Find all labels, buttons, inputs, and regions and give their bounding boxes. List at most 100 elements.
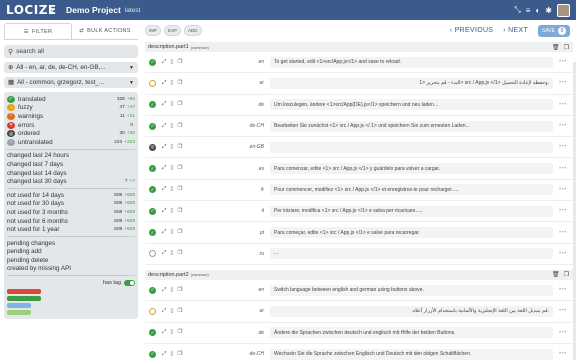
filter-item[interactable]: not used for 1 year 608 +608 [7, 225, 135, 234]
copy-icon[interactable]: ❐ [177, 80, 182, 87]
trash-icon[interactable]: ▯ [170, 308, 173, 315]
filter-ordered[interactable]: ◎ ordered 30 +30 [7, 129, 135, 138]
tag-chip[interactable] [7, 310, 31, 316]
trash-icon[interactable]: 🗑 [552, 271, 560, 278]
translation-field[interactable] [270, 141, 553, 153]
more-icon[interactable]: ••• [559, 308, 573, 314]
more-icon[interactable]: ••• [559, 330, 573, 336]
add-button[interactable]: ADD [184, 25, 202, 36]
copy-icon[interactable]: ❐ [177, 308, 182, 315]
more-icon[interactable]: ••• [559, 123, 573, 129]
more-icon[interactable]: ••• [559, 59, 573, 65]
contrast-icon[interactable]: ◐ [535, 6, 540, 15]
copy-icon[interactable]: ❐ [177, 229, 182, 236]
translation-field[interactable]: Pour commencer, modifiez <1> src / App.j… [270, 184, 553, 196]
translation-field[interactable]: Wechseln Sie die Sprache zwischen Englis… [270, 348, 553, 360]
trash-icon[interactable]: ▯ [170, 101, 173, 108]
language-select[interactable]: ⊕ All - en, ar, de, de-CH, en-GB,... ▼ [4, 62, 138, 73]
copy-icon[interactable]: ❐ [564, 271, 569, 278]
gear-icon[interactable]: ✱ [545, 6, 552, 15]
filter-item[interactable]: pending add [7, 248, 135, 257]
copy-icon[interactable]: ❐ [177, 101, 182, 108]
import-button[interactable]: IMP [145, 25, 162, 36]
tab-bulk-actions[interactable]: ⇄ BULK ACTIONS [72, 23, 138, 39]
trash-icon[interactable]: ▯ [170, 250, 173, 257]
trash-icon[interactable]: ▯ [170, 287, 173, 294]
tab-filter[interactable]: ☰ FILTER [4, 23, 72, 39]
translation-field[interactable]: Switch language between english and germ… [270, 284, 553, 296]
tag-chip[interactable] [7, 289, 41, 295]
tag-chip[interactable] [7, 296, 41, 302]
copy-icon[interactable]: ❐ [177, 208, 182, 215]
filter-item[interactable]: not used for 3 months 608 +608 [7, 208, 135, 217]
filter-item[interactable]: changed last 30 days 7 +7 [7, 177, 135, 186]
filter-item[interactable]: changed last 14 days [7, 169, 135, 178]
namespace-select[interactable]: ▦ All - common, grzegorz, test_... ▼ [4, 77, 138, 88]
copy-icon[interactable]: ❐ [177, 329, 182, 336]
filter-untranslated[interactable]: ○ untranslated 223 +223 [7, 138, 135, 147]
tag-chip[interactable] [7, 303, 31, 309]
filter-errors[interactable]: ✕ errors 0 [7, 121, 135, 130]
more-icon[interactable]: ••• [559, 230, 573, 236]
filter-fuzzy[interactable]: ◔ fuzzy 47 +47 [7, 104, 135, 113]
trash-icon[interactable]: ▯ [170, 59, 173, 66]
copy-icon[interactable]: ❐ [177, 165, 182, 172]
more-icon[interactable]: ••• [559, 102, 573, 108]
expand-icon[interactable]: ⤢ [162, 308, 166, 315]
trash-icon[interactable]: ▯ [170, 329, 173, 336]
expand-icon[interactable]: ⤢ [162, 287, 166, 294]
export-button[interactable]: EXP [164, 25, 182, 36]
trash-icon[interactable]: ▯ [170, 186, 173, 193]
translation-field[interactable]: Ändere die Sprachen zwischen deutsch und… [270, 327, 553, 339]
trash-icon[interactable]: ▯ [170, 144, 173, 151]
copy-icon[interactable]: ❐ [177, 287, 182, 294]
translation-field[interactable]: البدء - قم بتحرير <1> src / App.js </1> … [270, 77, 553, 89]
translation-field[interactable]: Para começar, edite <1> src / App.js </1… [270, 227, 553, 239]
search-input[interactable]: ⚲ search all [4, 45, 138, 58]
collapse-icon[interactable]: ⤡ [514, 5, 520, 15]
copy-icon[interactable]: ❐ [177, 144, 182, 151]
previous-button[interactable]: ‹ PREVIOUS [450, 27, 493, 34]
expand-icon[interactable]: ⤢ [162, 208, 166, 215]
copy-icon[interactable]: ❐ [564, 44, 569, 51]
next-button[interactable]: › NEXT [503, 27, 528, 34]
has-tag-toggle[interactable]: has tag [7, 278, 135, 287]
filter-translated[interactable]: ✓ translated 328 +56 [7, 95, 135, 104]
copy-icon[interactable]: ❐ [177, 250, 182, 257]
copy-icon[interactable]: ❐ [177, 59, 182, 66]
translation-field[interactable]: To get started, edit <1>src/App.js</1> a… [270, 56, 553, 68]
chevron-left-icon[interactable]: ‹ [46, 3, 60, 18]
more-icon[interactable]: ••• [559, 208, 573, 214]
expand-icon[interactable]: ⤢ [162, 186, 166, 193]
more-icon[interactable]: ••• [559, 187, 573, 193]
filter-item[interactable]: pending changes [7, 239, 135, 248]
trash-icon[interactable]: ▯ [170, 208, 173, 215]
copy-icon[interactable]: ❐ [177, 186, 182, 193]
toggle-switch[interactable] [124, 279, 135, 286]
more-icon[interactable]: ••• [559, 166, 573, 172]
sliders-icon[interactable]: ≡ [526, 6, 531, 15]
translation-field[interactable]: - - [270, 248, 553, 260]
more-icon[interactable]: ••• [559, 80, 573, 86]
avatar[interactable] [557, 3, 570, 17]
trash-icon[interactable]: 🗑 [552, 44, 560, 51]
more-icon[interactable]: ••• [559, 144, 573, 150]
trash-icon[interactable]: ▯ [170, 80, 173, 87]
translation-field[interactable]: Per iniziare, modifica <1> src / App.js … [270, 205, 553, 217]
filter-item[interactable]: not used for 14 days 608 +608 [7, 191, 135, 200]
trash-icon[interactable]: ▯ [170, 229, 173, 236]
expand-icon[interactable]: ⤢ [162, 101, 166, 108]
more-icon[interactable]: ••• [559, 251, 573, 257]
filter-item[interactable]: not used for 30 days 608 +608 [7, 200, 135, 209]
filter-item[interactable]: pending delete [7, 256, 135, 265]
copy-icon[interactable]: ❐ [177, 123, 182, 130]
translation-field[interactable]: Um loszulegen, ändere <1>src/App(DE).js<… [270, 99, 553, 111]
expand-icon[interactable]: ⤢ [162, 250, 166, 257]
trash-icon[interactable]: ▯ [170, 123, 173, 130]
expand-icon[interactable]: ⤢ [162, 351, 166, 358]
filter-item[interactable]: changed last 7 days [7, 160, 135, 169]
trash-icon[interactable]: ▯ [170, 165, 173, 172]
save-button[interactable]: SAVE 0 [538, 24, 570, 37]
expand-icon[interactable]: ⤢ [162, 123, 166, 130]
expand-icon[interactable]: ⤢ [162, 329, 166, 336]
